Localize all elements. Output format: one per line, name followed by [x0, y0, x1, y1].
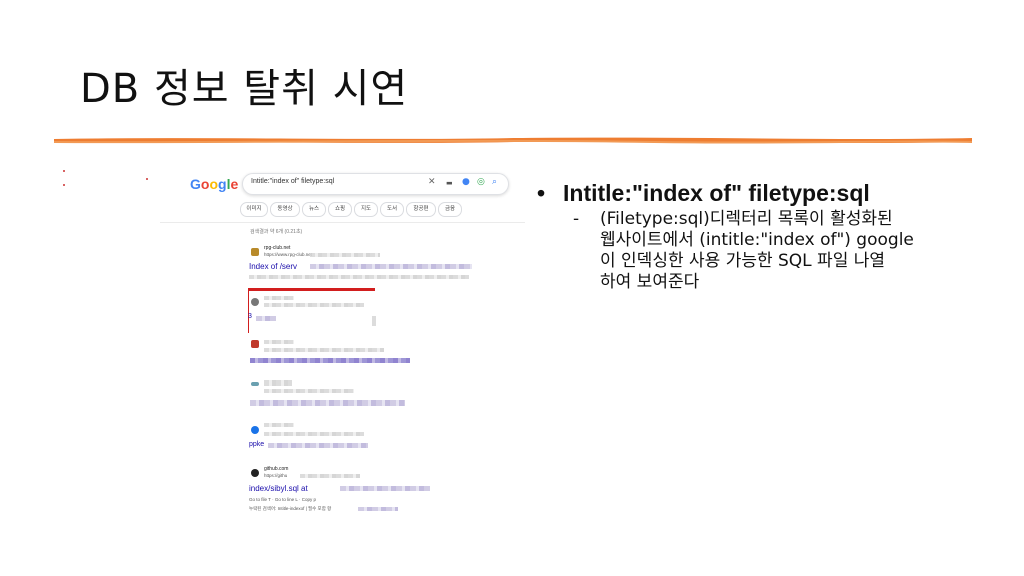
search-query: Intitle:"index of" filetype:sql [251, 178, 335, 185]
site-favicon [251, 298, 259, 306]
result-site-name: github.com [264, 466, 289, 472]
search-icon[interactable]: ⌕ [492, 177, 497, 187]
sub-bullet-text: (Filetype:sql)디렉터리 목록이 활성화된 웹사이트에서 (inti… [600, 209, 914, 292]
redacted-text [264, 389, 354, 393]
site-favicon [251, 248, 259, 256]
title-underline [54, 137, 972, 144]
github-icon [251, 469, 259, 477]
redacted-text [372, 316, 376, 326]
site-favicon [251, 426, 259, 434]
site-favicon [251, 340, 259, 348]
bullet-dot: • [537, 180, 546, 206]
divider [160, 222, 525, 223]
redacted-text [264, 296, 294, 300]
bullet-text: Intitle:"index of" filetype:sql [563, 180, 870, 206]
result-url: https://www.rpg-club.net [264, 252, 313, 257]
chip-videos[interactable]: 동영상 [270, 202, 300, 217]
result-title-link[interactable]: 3 [248, 313, 252, 320]
result-stats: 검색결과 약 6개 (0.21초) [250, 229, 303, 235]
redacted-text [310, 264, 472, 269]
redacted-text [250, 400, 405, 406]
lens-icon[interactable]: ◎ [477, 177, 485, 187]
stray-mark [63, 184, 65, 186]
google-search-screenshot: Google Intitle:"index of" filetype:sql ✕… [160, 160, 530, 530]
redacted-text [264, 303, 364, 307]
site-favicon [251, 382, 259, 386]
clear-icon[interactable]: ✕ [428, 177, 436, 187]
result-snippet: 누락된 검색어: Intitle-indexof | 필수 포함 항 [249, 506, 332, 511]
chip-books[interactable]: 도서 [380, 202, 404, 217]
redacted-text [264, 423, 294, 427]
redacted-text [268, 443, 368, 448]
mic-icon[interactable]: ● [462, 177, 470, 187]
redacted-text [249, 275, 469, 279]
chip-news[interactable]: 뉴스 [302, 202, 326, 217]
slide-title: DB 정보 탈취 시연 [80, 66, 409, 112]
redacted-text [340, 486, 430, 491]
stray-mark [146, 178, 148, 180]
redacted-text [264, 348, 384, 352]
result-site-name: rpg-club.net [264, 245, 291, 251]
redacted-text [264, 340, 294, 344]
redacted-text [264, 380, 292, 386]
stray-mark [63, 170, 65, 172]
redacted-text [300, 474, 360, 478]
chip-flights[interactable]: 항공편 [406, 202, 436, 217]
result-title-link[interactable]: index/sibyl.sql at [249, 484, 308, 493]
chip-maps[interactable]: 지도 [354, 202, 378, 217]
search-box[interactable]: Intitle:"index of" filetype:sql ✕ ▬ ● ◎ … [242, 173, 509, 195]
google-logo: Google [190, 176, 239, 192]
chip-images[interactable]: 이미지 [240, 202, 268, 217]
result-snippet: Go to file T · Go to line L · Copy p [249, 497, 316, 502]
sub-bullet-dash: - [573, 209, 580, 229]
keyboard-icon[interactable]: ▬ [446, 179, 453, 187]
chip-shopping[interactable]: 쇼핑 [328, 202, 352, 217]
redacted-text [358, 507, 398, 511]
redacted-text [256, 316, 276, 321]
redacted-text [250, 358, 410, 363]
result-url: https://githu [264, 473, 288, 478]
result-title-link[interactable]: Index of /serv [249, 262, 297, 271]
highlight-box [248, 288, 375, 333]
chip-finance[interactable]: 금융 [438, 202, 462, 217]
result-title-link[interactable]: ppke [249, 441, 264, 448]
redacted-text [310, 253, 380, 257]
redacted-text [264, 432, 364, 436]
